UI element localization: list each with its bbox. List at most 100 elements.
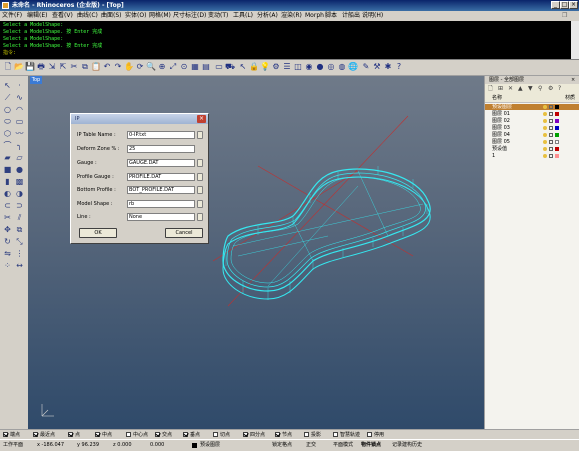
osnap-knot[interactable]: 节点 [275,432,292,438]
light-icon[interactable]: 💡 [260,62,270,72]
layer-lock-icon[interactable] [549,140,553,144]
menu-restore-icon[interactable]: ❐ [562,12,567,20]
new-layer-icon[interactable]: 🗋 [488,85,493,93]
command-scrollbar[interactable] [571,21,579,59]
osnap-end[interactable]: 端点 [3,432,20,438]
layer-row[interactable]: 图层 02 [485,118,579,124]
layer-color-swatch[interactable] [555,133,559,137]
deform-zone-input[interactable]: 25 [127,145,195,153]
layer-color-swatch[interactable] [555,112,559,116]
cplane-icon[interactable]: ▭ [214,62,224,72]
layer-lock-icon[interactable] [549,133,553,137]
select-icon[interactable]: ↖ [238,62,248,72]
profile-gauge-input[interactable]: PROFILE.DAT [127,173,195,181]
checkbox[interactable] [275,432,280,437]
layer-row[interactable]: 图层 03 [485,125,579,131]
osnap-point[interactable]: 点 [68,432,80,438]
ip-table-browse-button[interactable] [197,131,203,139]
layer-lock-icon[interactable] [549,105,553,109]
copy-object-icon[interactable]: ⧉ [14,224,25,235]
new-file-icon[interactable]: 🗋 [3,62,13,72]
layer-lock-icon[interactable] [549,112,553,116]
osnap-smarttrack[interactable]: 智慧轨迹 [333,432,360,438]
point-icon[interactable]: · [14,80,25,91]
polyline-icon[interactable]: ⟋ [2,92,13,103]
layer-visible-icon[interactable] [543,105,547,109]
layer-row[interactable]: 图层 01 [485,111,579,117]
status-grid-snap[interactable]: 锁定格点 [272,442,292,449]
layer-lock-icon[interactable] [549,154,553,158]
bottom-profile-input[interactable]: BOT_PROFILE.DAT [127,186,195,194]
properties-icon[interactable]: ⚙ [271,62,281,72]
checkbox[interactable] [33,432,38,437]
fillet-icon[interactable]: ╮ [14,140,25,151]
points-on-icon[interactable]: ⁘ [2,260,13,271]
menu-ship[interactable]: 计船出 [342,12,360,20]
save-icon[interactable]: 💾 [25,62,35,72]
car-icon[interactable]: ⛟ [225,62,235,72]
zoom-extents-icon[interactable]: ⤢ [168,62,178,72]
dialog-close-button[interactable]: × [197,115,206,123]
export-icon[interactable]: ⇱ [58,62,68,72]
explode-icon[interactable]: ⊃ [14,200,25,211]
menu-tools[interactable]: 工具(L) [233,12,253,20]
layer-visible-icon[interactable] [543,119,547,123]
status-history[interactable]: 记录建构历史 [392,442,422,449]
cut-icon[interactable]: ✂ [69,62,79,72]
dimension-icon[interactable]: ↔ [14,260,25,271]
status-osnap[interactable]: 物件锁点 [361,442,381,449]
pan-icon[interactable]: ✋ [124,62,134,72]
maximize-button[interactable]: □ [560,1,569,9]
mesh-icon[interactable]: ▩ [14,176,25,187]
zoom-window-icon[interactable]: ⊕ [157,62,167,72]
menu-curve[interactable]: 曲线(C) [77,12,98,20]
layer-row[interactable]: 预设图层 [485,104,579,110]
menu-render[interactable]: 渲染(R) [281,12,302,20]
split-icon[interactable]: ⫽ [14,212,25,223]
delete-layer-icon[interactable]: ✕ [508,85,513,93]
polygon-icon[interactable]: ⬡ [2,128,13,139]
model-shape-select-button[interactable] [197,200,203,208]
cylinder-icon[interactable]: ▮ [2,176,13,187]
freeform-icon[interactable]: 〰 [14,128,25,139]
lock-icon[interactable]: 🔒 [249,62,259,72]
layer-color-swatch[interactable] [555,126,559,130]
ghosted-icon[interactable]: ◎ [326,62,336,72]
rectangle-icon[interactable]: ▭ [14,116,25,127]
circle-icon[interactable]: ○ [2,104,13,115]
checkbox[interactable] [95,432,100,437]
line-input[interactable]: None [127,213,195,221]
layer-row[interactable]: 图层 05 [485,139,579,145]
checkbox[interactable] [126,432,131,437]
status-layer[interactable]: 预设图层 [200,442,220,449]
layer-row[interactable]: 预设值 [485,146,579,152]
surface-icon[interactable]: ▰ [2,152,13,163]
move-up-icon[interactable]: ▲ [518,85,523,93]
menu-help[interactable]: 说明(H) [362,12,383,20]
command-prompt[interactable]: 指令: [3,50,16,57]
undo-icon[interactable]: ↶ [102,62,112,72]
checkbox[interactable] [367,432,372,437]
menu-script[interactable]: 脚本 [325,12,337,20]
layer-color-swatch[interactable] [555,140,559,144]
model-shape-input[interactable]: rb [127,200,195,208]
join-icon[interactable]: ⊂ [2,200,13,211]
new-sublayer-icon[interactable]: ⊞ [498,85,503,93]
layer-color-swatch[interactable] [555,119,559,123]
menu-file[interactable]: 文件(F) [2,12,22,20]
checkbox[interactable] [68,432,73,437]
import-icon[interactable]: ⇲ [47,62,57,72]
copy-icon[interactable]: ⧉ [80,62,90,72]
osnap-tangent[interactable]: 切点 [213,432,230,438]
help-icon[interactable]: ? [394,62,404,72]
checkbox[interactable] [155,432,160,437]
options-icon[interactable]: ⚒ [372,62,382,72]
edit-icon[interactable]: ✎ [361,62,371,72]
gauge-input[interactable]: GAUGE.DAT [127,159,195,167]
menu-dimension[interactable]: 尺寸标注(D) [173,12,206,20]
checkbox[interactable] [213,432,218,437]
move-icon[interactable]: ✥ [2,224,13,235]
zoom-selected-icon[interactable]: ⊙ [179,62,189,72]
xray-icon[interactable]: ◍ [337,62,347,72]
layer-visible-icon[interactable] [543,133,547,137]
